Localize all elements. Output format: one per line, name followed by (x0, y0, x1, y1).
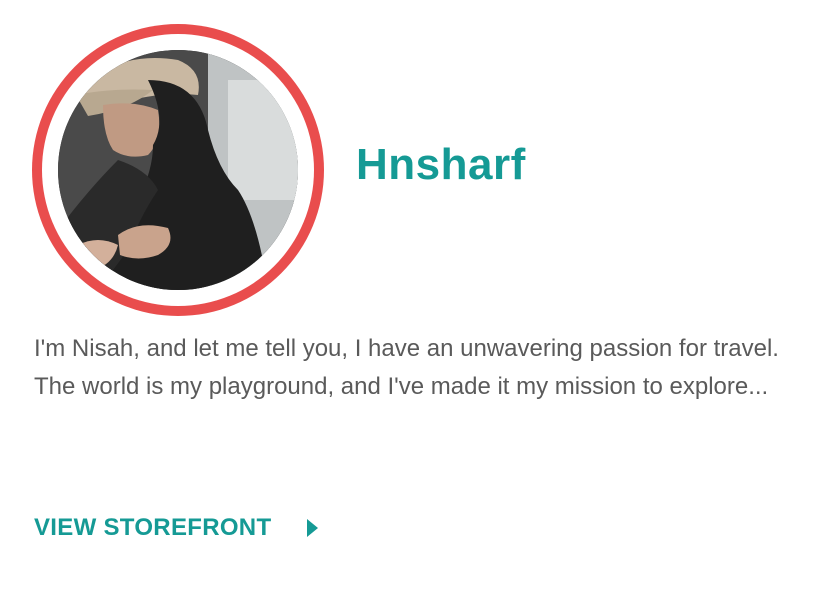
profile-bio: I'm Nisah, and let me tell you, I have a… (34, 335, 779, 400)
avatar-photo-illustration (58, 50, 298, 290)
avatar-photo (58, 50, 298, 290)
avatar-frame (42, 34, 314, 306)
profile-card: Hnsharf I'm Nisah, and let me tell you, … (0, 0, 829, 600)
profile-name: Hnsharf (356, 140, 526, 189)
play-triangle-icon (307, 519, 319, 537)
avatar[interactable] (32, 24, 324, 316)
view-storefront-label: VIEW STOREFRONT (34, 514, 272, 541)
view-storefront-link[interactable]: VIEW STOREFRONT (34, 514, 319, 542)
